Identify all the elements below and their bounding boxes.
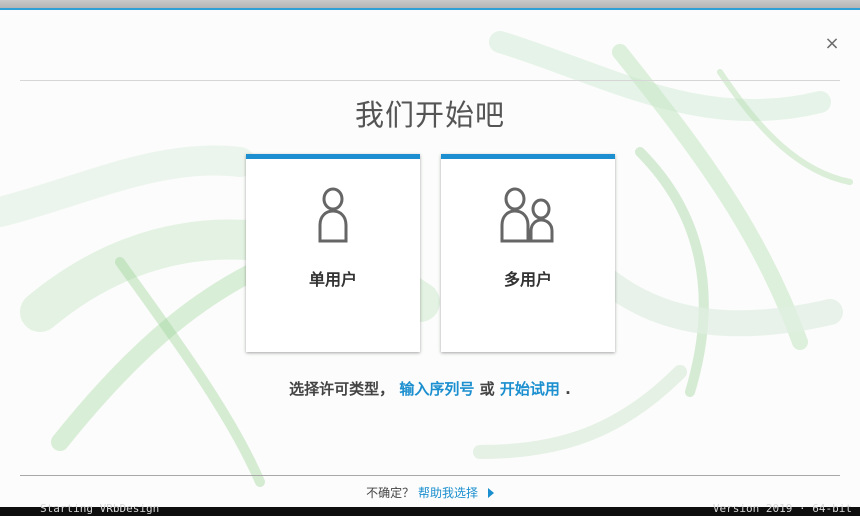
single-user-label: 单用户 — [308, 270, 357, 289]
dialog-title: 我们开始吧 — [354, 98, 505, 132]
splash-status-bar: Starting VRbDesign Version 2019 · 64-bit — [0, 502, 860, 516]
window-top-strip — [0, 0, 860, 10]
single-user-card[interactable]: 单用户 — [246, 154, 420, 352]
start-trial-link[interactable]: 开始试用 — [500, 380, 560, 398]
multi-user-card[interactable]: 多用户 — [441, 154, 615, 352]
license-prompt: 选择许可类型， 输入序列号 或 开始试用 . — [0, 378, 860, 399]
close-icon: × — [824, 33, 840, 54]
serial-number-link[interactable]: 输入序列号 — [399, 380, 474, 398]
help-question: 不确定？ — [366, 486, 415, 500]
footer-divider — [20, 475, 840, 476]
multi-user-icon — [500, 187, 554, 243]
play-arrow-icon[interactable] — [487, 488, 494, 498]
help-prompt: 不确定？ 帮助我选择 — [0, 484, 860, 501]
or-text: 或 — [479, 380, 500, 398]
prompt-end-text: . — [565, 380, 571, 398]
header-divider — [20, 80, 840, 81]
help-me-choose-link[interactable]: 帮助我选择 — [418, 486, 478, 500]
status-version-text: Version 2019 · 64-bit — [712, 502, 852, 515]
license-dialog: × 我们开始吧 单用户 多用户 选择许可类型， 输入序列号 或 开始试用 . 不… — [0, 0, 860, 516]
close-button[interactable]: × — [822, 34, 842, 54]
background-splash-art — [0, 31, 853, 487]
license-prompt-text: 选择许可类型， — [289, 380, 395, 398]
multi-user-label: 多用户 — [503, 270, 552, 289]
single-user-icon — [318, 187, 348, 243]
status-left-text: Starting VRbDesign — [40, 502, 160, 515]
